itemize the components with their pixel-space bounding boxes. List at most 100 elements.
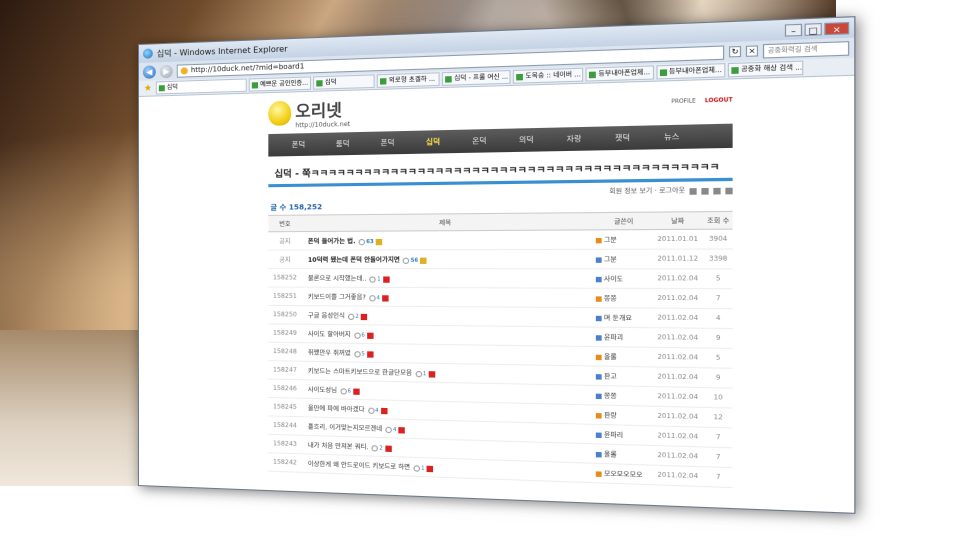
row-writer[interactable]: 윤파괴 <box>595 327 652 348</box>
maximize-button[interactable]: □ <box>804 22 822 36</box>
row-writer[interactable]: 쫑쫑 <box>595 385 652 407</box>
col-date[interactable]: 날짜 <box>651 211 704 230</box>
row-subject-text[interactable]: 울만에 파에 바아겠다 <box>308 405 365 414</box>
tab-favicon-icon <box>516 73 524 80</box>
tab[interactable]: 등부내아폰업체... <box>585 65 654 82</box>
row-writer[interactable]: 판고 <box>595 366 652 387</box>
row-writer[interactable]: 쫑쫑 <box>595 288 652 309</box>
row-writer-text[interactable]: 윤파괴 <box>604 334 623 342</box>
row-writer[interactable]: 윤파리 <box>595 424 652 446</box>
row-writer-text[interactable]: 그분 <box>604 256 617 264</box>
menu-item[interactable]: 룸덕 <box>320 138 365 149</box>
menu-item[interactable]: 온덕 <box>456 135 503 147</box>
member-tools-link[interactable]: 회원 정보 보기 · 로그아웃 <box>609 187 685 196</box>
stop-icon[interactable]: × <box>745 45 759 57</box>
row-writer-text[interactable]: 쫑쫑 <box>604 295 617 303</box>
close-button[interactable]: × <box>824 21 850 35</box>
col-num[interactable]: 번호 <box>268 215 302 232</box>
new-badge-icon <box>384 444 392 452</box>
row-subject[interactable]: 10덕력 됐는데 폰덕 안들어가지면 56 <box>301 249 596 269</box>
table-row[interactable]: 158252 불론으로 시작했는데.. 1 사이도 2011.02.04 5 <box>268 268 733 289</box>
row-writer-text[interactable]: 판랑 <box>604 412 617 420</box>
row-subject-text[interactable]: 키보드이쁠 그거좋음? <box>308 294 366 302</box>
menu-item[interactable]: 의덕 <box>503 134 550 146</box>
search-input[interactable]: 공중화력길 검색 <box>762 40 850 58</box>
row-views: 4 <box>703 308 733 329</box>
row-writer[interactable]: 며 둔개요 <box>595 307 652 328</box>
col-views[interactable]: 조회 수 <box>703 211 733 230</box>
row-subject-text[interactable]: 키보드는 스마트키보드으로 한글단모음 <box>308 368 412 377</box>
menu-item[interactable]: 폰덕 <box>277 139 321 150</box>
tab[interactable]: 십덕 <box>155 78 247 95</box>
row-writer-text[interactable]: 윤파리 <box>604 432 623 440</box>
comment-icon <box>415 370 422 377</box>
row-subject-text[interactable]: 이상한게 왜 안드로이드 키보드로 하면 <box>308 461 410 472</box>
row-writer[interactable]: 그분 <box>595 229 652 250</box>
back-icon[interactable]: ◀ <box>142 64 156 79</box>
row-subject-text[interactable]: 사이도성님 <box>308 387 337 395</box>
tab[interactable]: 공중화 해상 검색 ... <box>727 60 804 78</box>
help-icon[interactable] <box>689 187 697 195</box>
row-subject-text[interactable]: 흘흐리. 이거맞는지모르겐네 <box>308 424 382 433</box>
logout-link[interactable]: LOGOUT <box>705 97 733 104</box>
row-subject[interactable]: 키보드이쁠 그거좋음? 4 <box>301 287 596 308</box>
row-date: 2011.02.04 <box>651 308 704 329</box>
site-logo[interactable]: 오리넷 http://10duck.net <box>295 95 351 129</box>
comment-count: 56 <box>410 257 419 264</box>
row-subject-text[interactable]: 사이도 할아버지 <box>308 331 351 339</box>
row-writer[interactable]: 사이도 <box>595 268 652 289</box>
menu-item[interactable]: 자랑 <box>550 133 598 145</box>
table-row[interactable]: 공지 10덕력 됐는데 폰덕 안들어가지면 56 그분 2011.01.12 3398 <box>268 248 733 269</box>
row-writer-text[interactable]: 쫑쫑 <box>604 393 617 401</box>
table-row[interactable]: 공지 폰덕 들어가는 법. 63 그분 2011.01.01 3904 <box>268 229 733 251</box>
member-level-icon <box>595 413 602 419</box>
row-writer-text[interactable]: 사이도 <box>604 276 623 284</box>
row-writer-text[interactable]: 그분 <box>604 237 617 245</box>
menu-item-active[interactable]: 십덕 <box>410 136 456 147</box>
row-writer[interactable]: 그분 <box>595 249 652 269</box>
member-level-icon <box>595 315 602 322</box>
menu-item[interactable]: 폰덕 <box>365 137 410 148</box>
lightbulb-logo-icon[interactable] <box>268 100 292 126</box>
ie-icon <box>142 48 153 59</box>
refresh-icon[interactable]: ↻ <box>729 45 742 58</box>
col-subject[interactable]: 제목 <box>301 212 596 232</box>
minimize-button[interactable]: – <box>784 23 803 37</box>
tab[interactable]: 예쁘운 공인인증... <box>248 76 312 92</box>
tab[interactable]: 십덕 <box>313 74 375 90</box>
row-subject-text[interactable]: 쥐쨌만우 쥐꺼였 <box>308 349 351 357</box>
tab[interactable]: 십덕 - 프롤 여신 ... <box>442 69 511 86</box>
row-writer-text[interactable]: 올롤 <box>604 354 617 362</box>
row-subject-text[interactable]: 구글 음성인식 <box>308 312 345 320</box>
tab[interactable]: 도목숭 :: 네이버 ... <box>513 67 584 84</box>
row-writer[interactable]: 판랑 <box>595 404 652 426</box>
row-writer[interactable]: 올롤 <box>595 346 652 367</box>
gallery-view-icon[interactable] <box>713 187 721 194</box>
rss-icon[interactable] <box>725 187 733 194</box>
row-subject[interactable]: 불론으로 시작했는데.. 1 <box>301 268 596 289</box>
row-num: 158243 <box>268 434 302 454</box>
row-writer-text[interactable]: 판고 <box>604 373 617 381</box>
row-writer-text[interactable]: 며 둔개요 <box>604 315 632 323</box>
row-writer[interactable]: 올롤 <box>595 443 652 466</box>
col-writer[interactable]: 글쓴이 <box>595 212 652 230</box>
row-subject-text[interactable]: 내가 처음 만져본 쿼티. <box>308 442 369 451</box>
menu-item[interactable]: 뉴스 <box>647 131 697 143</box>
row-writer-text[interactable]: 모오모오모오 <box>604 471 643 480</box>
tab-favicon-icon <box>445 75 453 83</box>
profile-link[interactable]: PROFILE <box>671 98 696 105</box>
tab[interactable]: 외로형 초겔하 ... <box>377 72 440 88</box>
row-subject[interactable]: 폰덕 들어가는 법. 63 <box>301 229 596 251</box>
list-view-icon[interactable] <box>701 187 709 195</box>
site-url: http://10duck.net <box>295 120 351 129</box>
menu-item[interactable]: 잿덕 <box>598 132 647 144</box>
tab[interactable]: 등부내아폰업체... <box>656 63 726 80</box>
row-subject-text[interactable]: 폰덕 들어가는 법. <box>308 238 356 245</box>
row-subject-text[interactable]: 불론으로 시작했는데.. <box>308 275 367 282</box>
row-writer-text[interactable]: 올롤 <box>604 451 617 459</box>
row-writer[interactable]: 모오모오모오 <box>595 463 652 485</box>
row-subject-text[interactable]: 10덕력 됐는데 폰덕 안들어가지면 <box>308 257 400 264</box>
forward-icon[interactable]: ▶ <box>159 64 173 78</box>
url-text: http://10duck.net/?mid=board1 <box>190 62 305 75</box>
favorites-star-icon[interactable]: ★ <box>142 83 154 93</box>
